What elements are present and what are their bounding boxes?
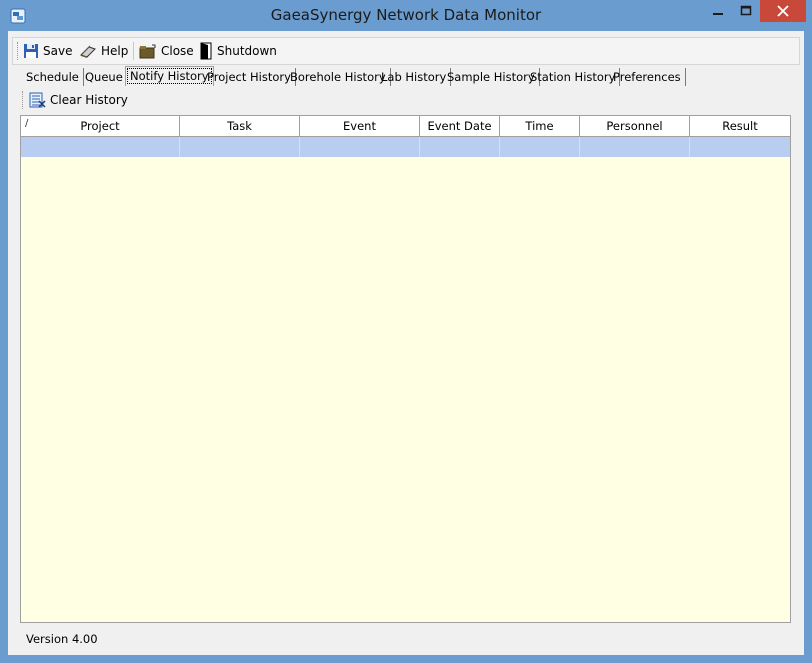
tab-project-history[interactable]: Project History	[203, 68, 296, 86]
tab-schedule[interactable]: Schedule	[22, 68, 84, 86]
column-header-task[interactable]: Task	[180, 116, 300, 136]
tab-notify-history[interactable]: Notify History	[125, 66, 214, 86]
help-label: Help	[101, 44, 129, 58]
toolbar-grip[interactable]	[17, 42, 20, 60]
column-header-project[interactable]: / Project	[21, 116, 180, 136]
close-label: Close	[161, 44, 194, 58]
shutdown-label: Shutdown	[217, 44, 277, 58]
book-icon	[80, 45, 96, 58]
close-button[interactable]: Close	[139, 41, 194, 61]
close-window-button[interactable]	[760, 0, 806, 22]
notify-history-panel: Clear History / Project Task Event Event…	[20, 86, 792, 626]
version-label: Version 4.00	[26, 632, 98, 646]
toolbar-separator	[133, 42, 134, 60]
notify-history-grid[interactable]: / Project Task Event Event Date Time Per…	[20, 115, 791, 623]
column-header-personnel[interactable]: Personnel	[580, 116, 690, 136]
save-button[interactable]: Save	[23, 41, 72, 61]
table-cell[interactable]	[300, 137, 420, 157]
column-header-event-date[interactable]: Event Date	[420, 116, 500, 136]
table-cell[interactable]	[580, 137, 690, 157]
save-label: Save	[43, 44, 73, 58]
window-title: GaeaSynergy Network Data Monitor	[270, 6, 542, 24]
folder-close-icon	[139, 44, 156, 59]
column-header-result[interactable]: Result	[690, 116, 790, 136]
maximize-icon	[740, 5, 752, 16]
column-header-label: Project	[80, 119, 120, 133]
table-cell[interactable]	[500, 137, 580, 157]
status-bar: Version 4.00	[8, 628, 804, 655]
column-header-event[interactable]: Event	[300, 116, 420, 136]
tab-station-history[interactable]: Station History	[526, 68, 621, 86]
clear-list-icon	[29, 92, 46, 108]
table-cell[interactable]	[690, 137, 790, 157]
tab-queue[interactable]: Queue	[81, 68, 128, 86]
tab-borehole-history[interactable]: Borehole History	[286, 68, 391, 86]
shutdown-button[interactable]: Shutdown	[199, 41, 277, 61]
main-client-area: Save Help Close Shutdown Schedule Queue …	[8, 31, 804, 655]
title-bar[interactable]: GaeaSynergy Network Data Monitor	[0, 0, 812, 31]
clear-history-button[interactable]: Clear History	[28, 90, 128, 110]
grid-header: / Project Task Event Event Date Time Per…	[21, 116, 790, 137]
table-cell[interactable]	[21, 137, 180, 157]
minimize-icon	[713, 13, 723, 15]
table-cell[interactable]	[420, 137, 500, 157]
door-exit-icon	[200, 42, 212, 60]
maximize-button[interactable]	[732, 0, 760, 22]
table-cell[interactable]	[180, 137, 300, 157]
minimize-button[interactable]	[704, 0, 732, 22]
floppy-disk-icon	[24, 44, 38, 58]
subtoolbar-grip[interactable]	[22, 91, 25, 109]
main-toolbar: Save Help Close Shutdown	[12, 37, 800, 65]
help-button[interactable]: Help	[79, 41, 128, 61]
table-row[interactable]	[21, 137, 790, 157]
sort-indicator: /	[25, 118, 29, 129]
tab-preferences[interactable]: Preferences	[609, 68, 686, 86]
column-header-time[interactable]: Time	[500, 116, 580, 136]
app-window: GaeaSynergy Network Data Monitor Save He…	[0, 0, 812, 663]
clear-history-label: Clear History	[50, 93, 128, 107]
tab-lab-history[interactable]: Lab History	[377, 68, 452, 86]
notify-history-toolbar: Clear History	[20, 88, 792, 112]
close-icon	[777, 5, 789, 17]
